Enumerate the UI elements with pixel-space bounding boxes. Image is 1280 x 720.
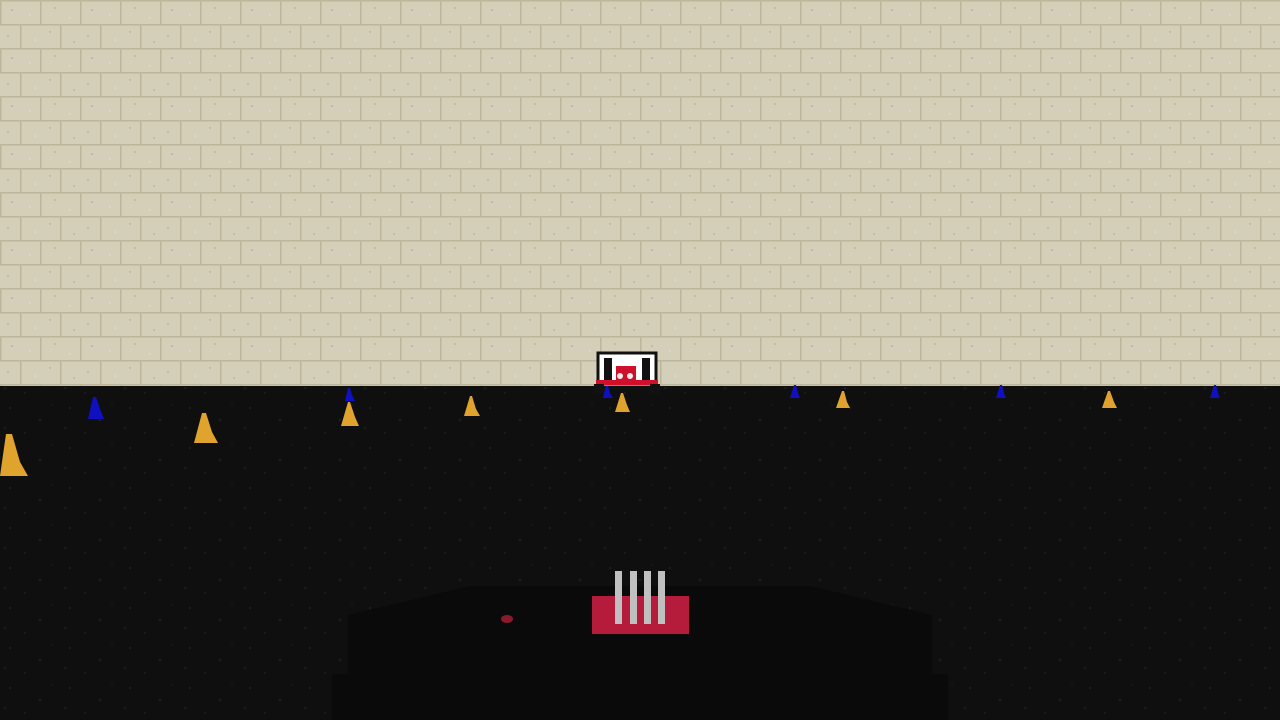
player-indicator-light xyxy=(501,615,513,623)
player-accent-panel xyxy=(592,596,689,634)
brick-wall xyxy=(0,0,1280,386)
scene-canvas xyxy=(0,0,1280,720)
opponent-robot xyxy=(594,351,660,394)
game-viewport xyxy=(0,0,1280,720)
